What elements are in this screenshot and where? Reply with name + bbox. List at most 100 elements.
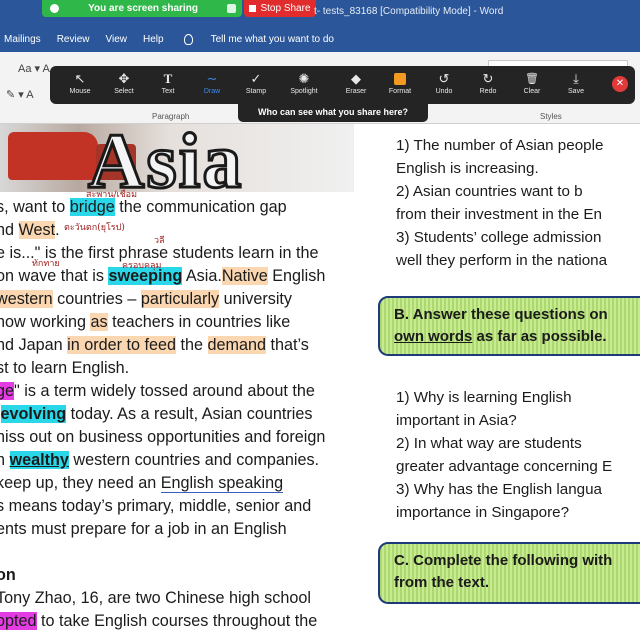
text-run: nd [0,221,15,239]
article-text: s, want to bridge the communication gap … [0,190,364,633]
question-line: well they perform in the nationa [396,252,608,269]
article-line: s means today’s primary, middle, senior … [0,495,364,518]
section-b-items: 1) Why is learning English important in … [396,386,612,524]
handwritten-note: วลี [154,236,165,246]
font-size-controls[interactable]: Aa ▾ A [18,62,50,75]
article-line: s, want to bridge the communication gap … [0,190,364,219]
article-banner-image: Asia [0,124,354,192]
paragraph-group-label: Paragraph [152,112,190,121]
highlighted-word: Native [221,267,268,285]
tell-me-text: Tell me what you want to do [210,33,334,45]
article-line: ents must prepare for a job in an Englis… [0,518,364,541]
mouse-icon: ↖ [74,71,86,86]
text-run: st to learn English. [0,359,130,377]
article-line: keep up, they need an English speaking [0,472,364,495]
highlighted-word: West [18,221,56,239]
section-b-box: B. Answer these questions on own words a… [378,296,640,356]
tab-mailings[interactable]: Mailings [4,34,41,45]
text-run: the communication gap [114,198,287,216]
highlighted-word: as [90,313,108,331]
toolbar-mouse[interactable]: ↖ Mouse [60,70,100,100]
undo-icon: ↺ [438,71,450,86]
toolbar-label: Select [114,88,134,95]
close-toolbar-button[interactable]: ✕ [612,76,628,92]
text-run: on [0,566,16,584]
question-line: 1) Why is learning English [396,389,572,406]
toolbar-undo[interactable]: ↺ Undo [424,70,464,100]
text-run: teachers in countries like [107,313,291,331]
highlighted-word: demand [207,336,266,354]
toolbar-save[interactable]: ⤓ Save [556,70,596,100]
stop-share-label: Stop Share [260,3,311,14]
article-line: st to learn English. [0,357,364,380]
toolbar-label: Draw [203,88,221,95]
screen-sharing-banner[interactable]: You are screen sharing [42,0,242,17]
toolbar-spotlight[interactable]: ✺ Spotlight [284,70,324,100]
tab-review[interactable]: Review [57,34,90,45]
stop-icon [249,5,257,12]
article-line: nd West. ตะวันตก(ยุโรป) [0,219,364,242]
document-title: t- tests_83168 [Compatibility Mode] - Wo… [314,6,504,17]
redo-icon: ↻ [482,71,494,86]
text-run: keep up, they need an [0,474,161,492]
article-line: evolving today. As a result, Asian count… [0,403,364,426]
question-line: 1) The number of Asian people [396,137,604,154]
styles-group-label: Styles [540,112,562,121]
toolbar-draw[interactable]: ∼ Draw [192,70,232,100]
banner-heading: Asia [86,124,244,192]
article-line: western countries – particularly univers… [0,288,364,311]
tab-help[interactable]: Help [143,34,164,45]
highlighted-word: ge [0,382,15,400]
text-run: s means today’s primary, middle, senior … [0,497,312,515]
toolbar-label: Format [388,88,412,95]
toolbar-label: Mouse [69,88,91,95]
question-line: 2) Asian countries want to b [396,183,583,200]
toolbar-label: Redo [479,88,497,95]
toolbar-eraser[interactable]: ◆ Eraser [336,70,376,100]
article-line: Tony Zhao, 16, are two Chinese high scho… [0,587,364,610]
highlighted-word: evolving [0,405,67,423]
question-line: 3) Students’ college admission [396,229,602,246]
article-line: now working as teachers in countries lik… [0,311,364,334]
article-line: nd Japan in order to feed the demand tha… [0,334,364,357]
section-b-heading: B. Answer these questions on [394,306,608,323]
ribbon-tabs: Mailings Review View Help Tell me what y… [0,26,640,52]
article-line: niss out on business opportunities and f… [0,426,364,449]
tab-view[interactable]: View [105,34,127,45]
pause-share-icon[interactable] [227,4,236,13]
question-line: important in Asia? [396,412,517,429]
text-run: English [267,267,326,285]
tell-me-search[interactable]: Tell me what you want to do [180,33,334,45]
text-run: Asia. [182,267,222,285]
section-a-items: 1) The number of Asian people English is… [396,134,607,272]
toolbar-redo[interactable]: ↻ Redo [468,70,508,100]
text-run: n [0,451,6,469]
select-icon: ✥ [118,71,130,86]
handwritten-note: ทักทาย [32,259,60,269]
stop-share-button[interactable]: Stop Share [244,0,316,17]
toolbar-clear[interactable]: 🗑 Clear [512,70,552,100]
article-line: ge" is a term widely tossed around about… [0,380,364,403]
toolbar-text[interactable]: T Text [148,70,188,100]
spotlight-icon: ✺ [298,71,310,86]
text-run: the [176,336,208,354]
toolbar-stamp[interactable]: ✓ Stamp [236,70,276,100]
toolbar-select[interactable]: ✥ Select [104,70,144,100]
annotation-toolbar: ↖ Mouse ✥ Select T Text ∼ Draw ✓ Stamp ✺… [50,66,635,104]
text-icon: T [163,71,173,86]
toolbar-format[interactable]: Format [380,70,420,100]
who-can-see-button[interactable]: Who can see what you share here? [238,102,428,122]
highlight-color-controls[interactable]: ✎ ▾ A [6,88,34,101]
section-c-heading: C. Complete the following with [394,552,613,569]
draw-icon: ∼ [206,71,218,86]
handwritten-note: ครอบคลุม [122,261,162,271]
section-c-heading-tail: from the text. [394,574,490,591]
question-line: English is increasing. [396,160,539,177]
article-line: opted to take English courses throughout… [0,610,364,633]
section-b-heading-tail: as far as possible. [472,328,607,345]
article-line: on wave that is sweeping Asia.Native Eng… [0,259,364,288]
toolbar-label: Undo [435,88,453,95]
text-run: now working [0,313,91,331]
highlighted-word: in order to feed [67,336,176,354]
section-c-box: C. Complete the following with from the … [378,542,640,604]
